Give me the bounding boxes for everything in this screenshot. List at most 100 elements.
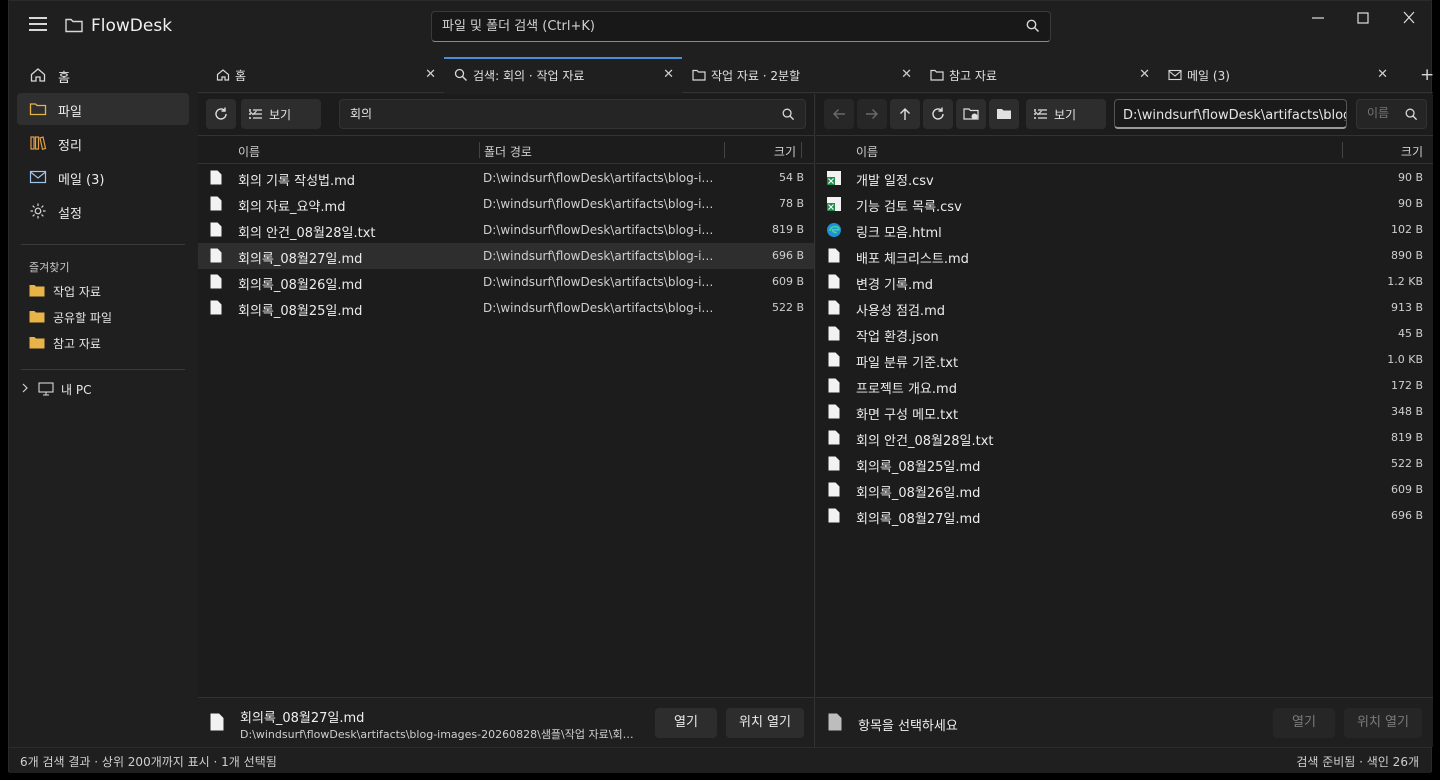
table-row[interactable]: 화면 구성 메모.txt 348 B — [816, 399, 1433, 425]
table-row[interactable]: 작업 환경.json 45 B — [816, 321, 1433, 347]
address-bar[interactable] — [1114, 99, 1347, 129]
column-size[interactable]: 크기 — [1401, 143, 1423, 160]
up-button[interactable] — [890, 99, 920, 129]
view-dropdown[interactable]: 보기 — [1026, 99, 1106, 129]
divider — [21, 244, 185, 245]
table-row[interactable]: 회의 기록 작성법.md D:\windsurf\flowDesk\artifac… — [198, 165, 814, 191]
folder-path: D:\windsurf\flowDesk\artifacts\blog-imag… — [483, 197, 723, 211]
left-pane: 보기 이름 폴더 경로 크기 회의 기록 작성법.md D:\windsurf\f… — [198, 94, 815, 747]
table-row[interactable]: 회의록_08월25일.md 522 B — [816, 451, 1433, 477]
tab-search[interactable]: 검색: 회의 · 작업 자료 ✕ — [444, 57, 682, 93]
hamburger-menu-icon[interactable] — [29, 17, 47, 33]
column-divider[interactable] — [479, 142, 480, 158]
column-divider[interactable] — [801, 142, 802, 158]
sidebar-item-mail[interactable]: 메일 (3) — [17, 161, 189, 193]
table-row[interactable]: 링크 모음.html 102 B — [816, 217, 1433, 243]
selected-file-path: D:\windsurf\flowDesk\artifacts\blog-imag… — [240, 728, 634, 741]
refresh-button[interactable] — [923, 99, 953, 129]
column-path[interactable]: 폴더 경로 — [484, 143, 532, 160]
column-name[interactable]: 이름 — [238, 143, 260, 160]
tab-home[interactable]: 홈 ✕ — [206, 57, 444, 93]
sidebar-item-label: 정리 — [58, 139, 82, 154]
close-tab-icon[interactable]: ✕ — [425, 67, 436, 82]
file-size: 696 B — [1390, 509, 1423, 522]
global-search-input[interactable] — [442, 12, 1012, 41]
table-row[interactable]: 회의 안건_08월28일.txt D:\windsurf\flowDesk\art… — [198, 217, 814, 243]
new-folder-button[interactable] — [956, 99, 986, 129]
open-folder-button[interactable] — [989, 99, 1019, 129]
table-row[interactable]: 배포 체크리스트.md 890 B — [816, 243, 1433, 269]
name-filter-input[interactable] — [1367, 106, 1397, 120]
table-row[interactable]: 회의록_08월25일.md D:\windsurf\flowDesk\artifa… — [198, 295, 814, 321]
search-icon[interactable] — [1026, 19, 1040, 33]
table-row[interactable]: 회의록_08월26일.md D:\windsurf\flowDesk\artifa… — [198, 269, 814, 295]
table-row[interactable]: 프로젝트 개요.md 172 B — [816, 373, 1433, 399]
close-tab-icon[interactable]: ✕ — [1139, 67, 1150, 82]
title-bar: FlowDesk — [9, 1, 1431, 49]
close-tab-icon[interactable]: ✕ — [1377, 67, 1388, 82]
tab-label: 작업 자료 · 2분할 — [711, 69, 801, 83]
close-window-icon[interactable] — [1395, 7, 1423, 29]
file-size: 890 B — [1390, 249, 1423, 262]
sidebar-item-home[interactable]: 홈 — [17, 59, 189, 91]
search-icon[interactable] — [1405, 108, 1418, 121]
library-icon — [30, 136, 47, 151]
app-window: FlowDesk 홈 파일 정리 메일 (3) 설정 — [8, 0, 1434, 773]
chevron-down-icon — [249, 110, 257, 116]
close-tab-icon[interactable]: ✕ — [901, 67, 912, 82]
search-filter-box[interactable] — [339, 99, 806, 129]
file-icon — [210, 196, 222, 211]
open-location-button[interactable]: 위치 열기 — [726, 708, 804, 738]
status-left-text: 6개 검색 결과 · 상위 200개까지 표시 · 1개 선택됨 — [20, 755, 277, 769]
forward-button[interactable] — [857, 99, 887, 129]
table-row[interactable]: 변경 기록.md 1.2 KB — [816, 269, 1433, 295]
left-toolbar: 보기 — [198, 94, 814, 136]
column-divider[interactable] — [724, 142, 725, 158]
table-row[interactable]: 회의록_08월27일.md 696 B — [816, 503, 1433, 529]
sidebar-item-library[interactable]: 정리 — [17, 127, 189, 159]
sidebar-item-label: 설정 — [58, 207, 82, 222]
address-input[interactable] — [1123, 106, 1346, 121]
file-size: 522 B — [1390, 457, 1423, 470]
close-tab-icon[interactable]: ✕ — [663, 67, 674, 82]
table-row[interactable]: 회의 안건_08월28일.txt 819 B — [816, 425, 1433, 451]
file-size: 522 B — [771, 301, 804, 314]
tab-work-split[interactable]: 작업 자료 · 2분할 ✕ — [682, 57, 920, 93]
column-divider[interactable] — [1342, 142, 1343, 158]
table-row[interactable]: 사용성 점검.md 913 B — [816, 295, 1433, 321]
refresh-button[interactable] — [206, 99, 236, 129]
chevron-down-icon — [1034, 110, 1042, 116]
name-filter-box[interactable] — [1356, 99, 1427, 129]
table-row[interactable]: 파일 분류 기준.txt 1.0 KB — [816, 347, 1433, 373]
search-filter-input[interactable] — [350, 106, 770, 120]
tab-reference[interactable]: 참고 자료 ✕ — [920, 57, 1158, 93]
favorites-heading: 즐겨찾기 — [29, 261, 70, 274]
file-icon — [828, 456, 840, 471]
minimize-icon[interactable] — [1304, 7, 1332, 29]
details-panel: 항목을 선택하세요 열기 위치 열기 — [816, 697, 1433, 747]
view-dropdown[interactable]: 보기 — [241, 99, 321, 129]
new-tab-icon[interactable]: + — [1420, 65, 1434, 85]
tab-label: 검색: 회의 · 작업 자료 — [473, 69, 585, 83]
table-row[interactable]: 회의록_08월26일.md 609 B — [816, 477, 1433, 503]
file-name: 링크 모음.html — [856, 226, 942, 241]
table-row[interactable]: 기능 검토 목록.csv 90 B — [816, 191, 1433, 217]
open-button[interactable]: 열기 — [655, 708, 717, 738]
table-row[interactable]: 개발 일정.csv 90 B — [816, 165, 1433, 191]
table-row-selected[interactable]: 회의록_08월27일.md D:\windsurf\flowDesk\artifa… — [198, 243, 814, 269]
table-row[interactable]: 회의 자료_요약.md D:\windsurf\flowDesk\artifact… — [198, 191, 814, 217]
search-icon[interactable] — [782, 108, 795, 121]
open-location-button[interactable]: 위치 열기 — [1344, 708, 1422, 738]
sidebar-item-files[interactable]: 파일 — [17, 93, 189, 125]
chevron-right-icon[interactable] — [21, 383, 29, 393]
open-button[interactable]: 열기 — [1273, 708, 1335, 738]
tab-label: 홈 — [235, 69, 247, 83]
tab-mail[interactable]: 메일 (3) ✕ — [1158, 57, 1396, 93]
column-name[interactable]: 이름 — [856, 143, 878, 160]
sidebar-item-settings[interactable]: 설정 — [17, 195, 189, 227]
global-search-box[interactable] — [431, 11, 1051, 42]
folder-icon — [930, 69, 944, 81]
column-size[interactable]: 크기 — [774, 143, 796, 160]
maximize-icon[interactable] — [1349, 7, 1377, 29]
back-button[interactable] — [824, 99, 854, 129]
